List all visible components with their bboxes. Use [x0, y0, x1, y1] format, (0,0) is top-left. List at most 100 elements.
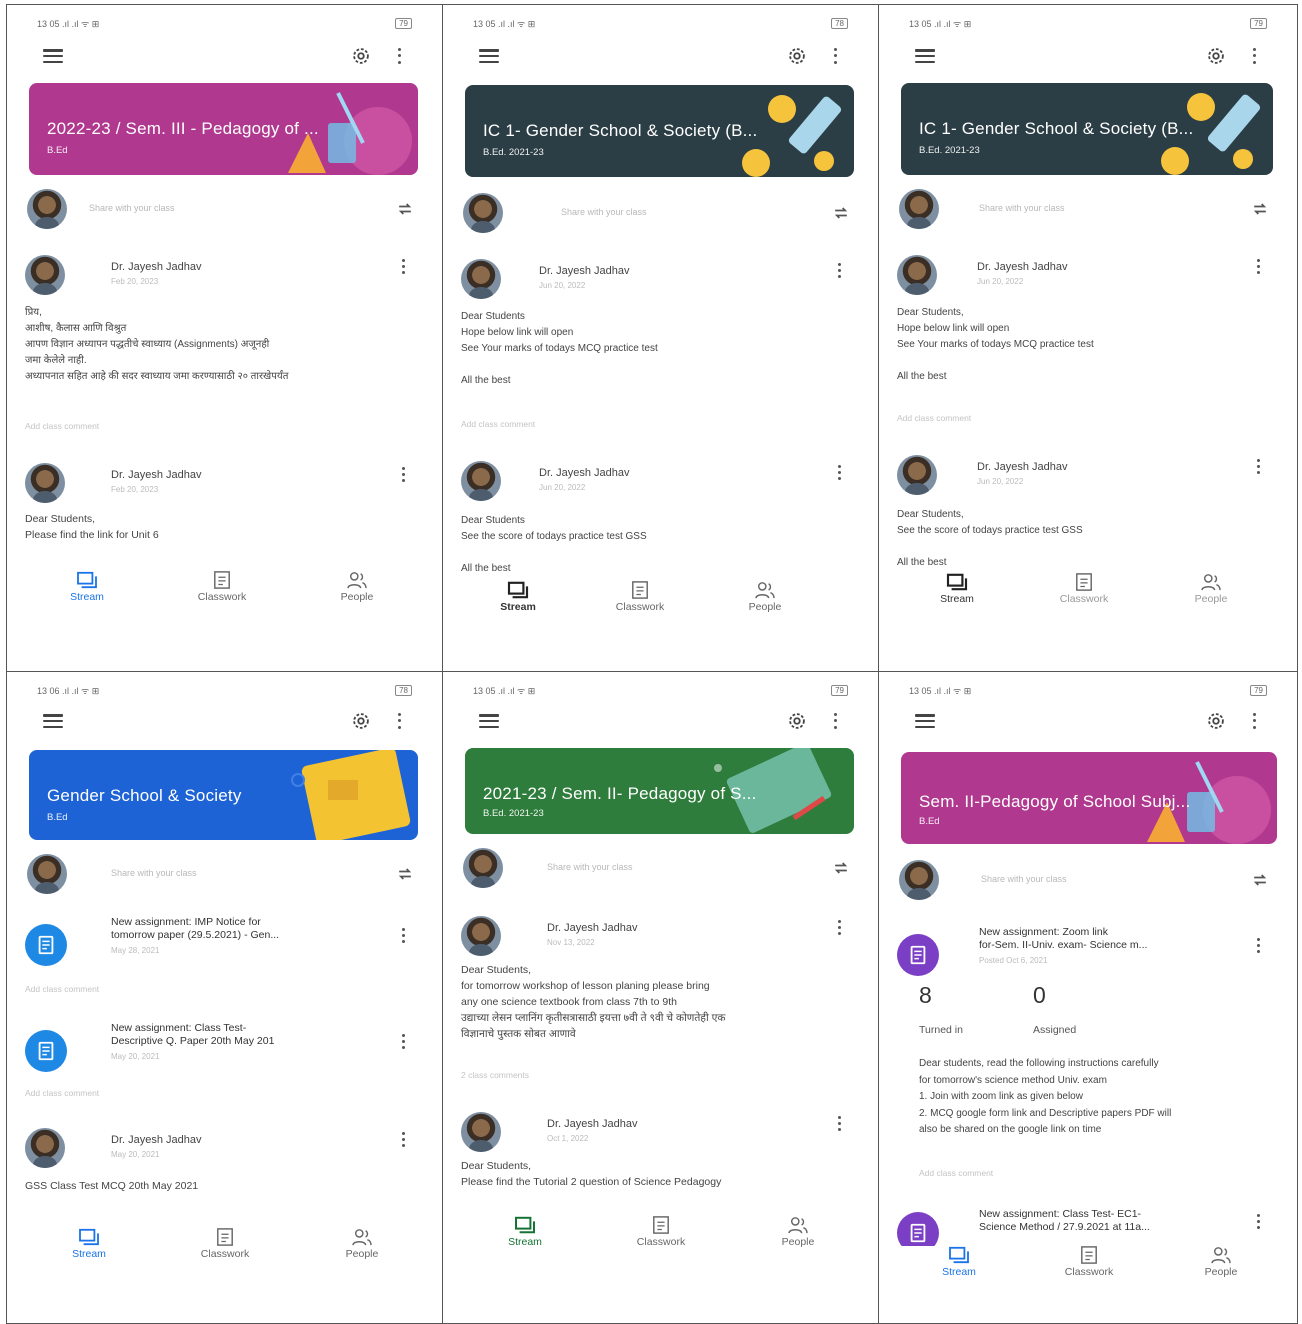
hamburger-menu-icon[interactable]	[479, 49, 499, 63]
class-banner[interactable]: IC 1- Gender School & Society (B... B.Ed…	[901, 83, 1273, 175]
stream-icon	[77, 571, 97, 589]
class-banner[interactable]: 2022-23 / Sem. III - Pedagogy of ... B.E…	[29, 83, 418, 175]
settings-gear-icon[interactable]	[786, 710, 808, 732]
hamburger-menu-icon[interactable]	[43, 49, 63, 63]
post-options-icon[interactable]	[836, 1114, 842, 1132]
post-options-icon[interactable]	[836, 261, 842, 279]
nav-stream[interactable]: Stream	[485, 1216, 565, 1248]
class-banner[interactable]: 2021-23 / Sem. II- Pedagogy of S... B.Ed…	[465, 748, 854, 834]
assignment-options-icon[interactable]	[400, 926, 406, 944]
phone-panel-4: 13 06 .ıl .ıl ᯤ ⊞ 78 Gender School & Soci…	[6, 671, 443, 1324]
class-comments-link[interactable]: 2 class comments	[461, 1070, 529, 1080]
nav-classwork[interactable]: Classwork	[1049, 1246, 1129, 1278]
repost-icon[interactable]	[830, 203, 852, 223]
more-options-icon[interactable]	[1251, 46, 1257, 66]
assignment-options-icon[interactable]	[400, 1032, 406, 1050]
nav-people[interactable]: People	[322, 1228, 402, 1260]
app-bar	[473, 41, 848, 71]
nav-classwork[interactable]: Classwork	[621, 1216, 701, 1248]
post-options-icon[interactable]	[1255, 457, 1261, 475]
settings-gear-icon[interactable]	[1205, 710, 1227, 732]
assignment-item[interactable]: New assignment: IMP Notice for tomorrow …	[25, 916, 420, 966]
stream-post[interactable]: Dr. Jayesh Jadhav Jun 20, 2022 Dear Stud…	[897, 455, 1275, 575]
stream-post[interactable]: Dr. Jayesh Jadhav Oct 1, 2022 Dear Stude…	[461, 1112, 856, 1192]
settings-gear-icon[interactable]	[350, 710, 372, 732]
class-banner[interactable]: Gender School & Society B.Ed	[29, 750, 418, 840]
nav-classwork[interactable]: Classwork	[185, 1228, 265, 1260]
post-body: Dear Students, Hope below link will open…	[897, 305, 1275, 385]
author-avatar	[897, 455, 937, 495]
more-options-icon[interactable]	[396, 711, 402, 731]
status-time: 13 06 .ıl .ıl ᯤ ⊞	[37, 685, 100, 696]
bottom-navigation: Stream Classwork People	[899, 1246, 1277, 1286]
hamburger-menu-icon[interactable]	[43, 714, 63, 728]
nav-classwork[interactable]: Classwork	[1044, 573, 1124, 605]
assignment-item[interactable]: New assignment: Zoom link for-Sem. II-Un…	[897, 926, 1275, 976]
add-class-comment[interactable]: Add class comment	[919, 1168, 993, 1178]
class-banner[interactable]: IC 1- Gender School & Society (B... B.Ed…	[465, 85, 854, 177]
nav-stream-label: Stream	[72, 1248, 106, 1260]
assignment-item[interactable]: New assignment: Class Test- Descriptive …	[25, 1022, 420, 1072]
stream-post[interactable]: Dr. Jayesh Jadhav Feb 20, 2023 प्रिय, आश…	[25, 255, 420, 382]
nav-stream[interactable]: Stream	[917, 573, 997, 605]
battery-icon: 79	[831, 684, 848, 696]
hamburger-menu-icon[interactable]	[915, 714, 935, 728]
stream-post[interactable]: Dr. Jayesh Jadhav May 20, 2021 GSS Class…	[25, 1128, 420, 1198]
post-options-icon[interactable]	[836, 463, 842, 481]
add-class-comment[interactable]: Add class comment	[25, 984, 99, 994]
classwork-icon	[1081, 1246, 1097, 1264]
share-box[interactable]: Share with your class	[463, 846, 856, 890]
nav-people[interactable]: People	[1171, 573, 1251, 605]
share-box[interactable]: Share with your class	[463, 191, 856, 235]
repost-icon[interactable]	[830, 858, 852, 878]
status-bar: 13 05 .ıl .ıl ᯤ ⊞ 79	[473, 682, 848, 698]
post-date: Feb 20, 2023	[111, 485, 159, 494]
post-options-icon[interactable]	[1255, 257, 1261, 275]
more-options-icon[interactable]	[832, 46, 838, 66]
nav-stream[interactable]: Stream	[478, 581, 558, 613]
nav-classwork[interactable]: Classwork	[182, 571, 262, 603]
post-options-icon[interactable]	[400, 257, 406, 275]
nav-people[interactable]: People	[317, 571, 397, 603]
instruction-line: also be shared on the google link on tim…	[919, 1124, 1102, 1135]
share-box[interactable]: Share with your class	[899, 187, 1275, 231]
stream-post[interactable]: Dr. Jayesh Jadhav Nov 13, 2022 Dear Stud…	[461, 916, 856, 1056]
repost-icon[interactable]	[394, 199, 416, 219]
share-box[interactable]: Share with your class	[899, 858, 1275, 902]
more-options-icon[interactable]	[832, 711, 838, 731]
nav-stream[interactable]: Stream	[49, 1228, 129, 1260]
add-class-comment[interactable]: Add class comment	[461, 419, 535, 429]
nav-people[interactable]: People	[1181, 1246, 1261, 1278]
stream-post[interactable]: Dr. Jayesh Jadhav Jun 20, 2022 Dear Stud…	[461, 461, 856, 581]
add-class-comment[interactable]: Add class comment	[25, 1088, 99, 1098]
settings-gear-icon[interactable]	[1205, 45, 1227, 67]
post-blank-line	[461, 545, 856, 561]
share-box[interactable]: Share with your class	[27, 852, 420, 896]
hamburger-menu-icon[interactable]	[915, 49, 935, 63]
stream-post[interactable]: Dr. Jayesh Jadhav Jun 20, 2022 Dear Stud…	[461, 259, 856, 389]
repost-icon[interactable]	[1249, 870, 1271, 890]
stream-post[interactable]: Dr. Jayesh Jadhav Jun 20, 2022 Dear Stud…	[897, 255, 1275, 385]
nav-people[interactable]: People	[758, 1216, 838, 1248]
post-options-icon[interactable]	[400, 1130, 406, 1148]
more-options-icon[interactable]	[1251, 711, 1257, 731]
post-options-icon[interactable]	[400, 465, 406, 483]
nav-classwork[interactable]: Classwork	[600, 581, 680, 613]
nav-people[interactable]: People	[725, 581, 805, 613]
assignment-options-icon[interactable]	[1255, 936, 1261, 954]
nav-stream[interactable]: Stream	[47, 571, 127, 603]
assignment-options-icon[interactable]	[1255, 1212, 1261, 1230]
class-banner[interactable]: Sem. II-Pedagogy of School Subj... B.Ed	[901, 752, 1277, 844]
settings-gear-icon[interactable]	[786, 45, 808, 67]
share-box[interactable]: Share with your class	[27, 187, 420, 231]
stream-post[interactable]: Dr. Jayesh Jadhav Feb 20, 2023 Dear Stud…	[25, 463, 420, 543]
nav-stream[interactable]: Stream	[919, 1246, 999, 1278]
hamburger-menu-icon[interactable]	[479, 714, 499, 728]
repost-icon[interactable]	[1249, 199, 1271, 219]
settings-gear-icon[interactable]	[350, 45, 372, 67]
repost-icon[interactable]	[394, 864, 416, 884]
add-class-comment[interactable]: Add class comment	[897, 413, 971, 423]
add-class-comment[interactable]: Add class comment	[25, 421, 99, 431]
post-options-icon[interactable]	[836, 918, 842, 936]
more-options-icon[interactable]	[396, 46, 402, 66]
